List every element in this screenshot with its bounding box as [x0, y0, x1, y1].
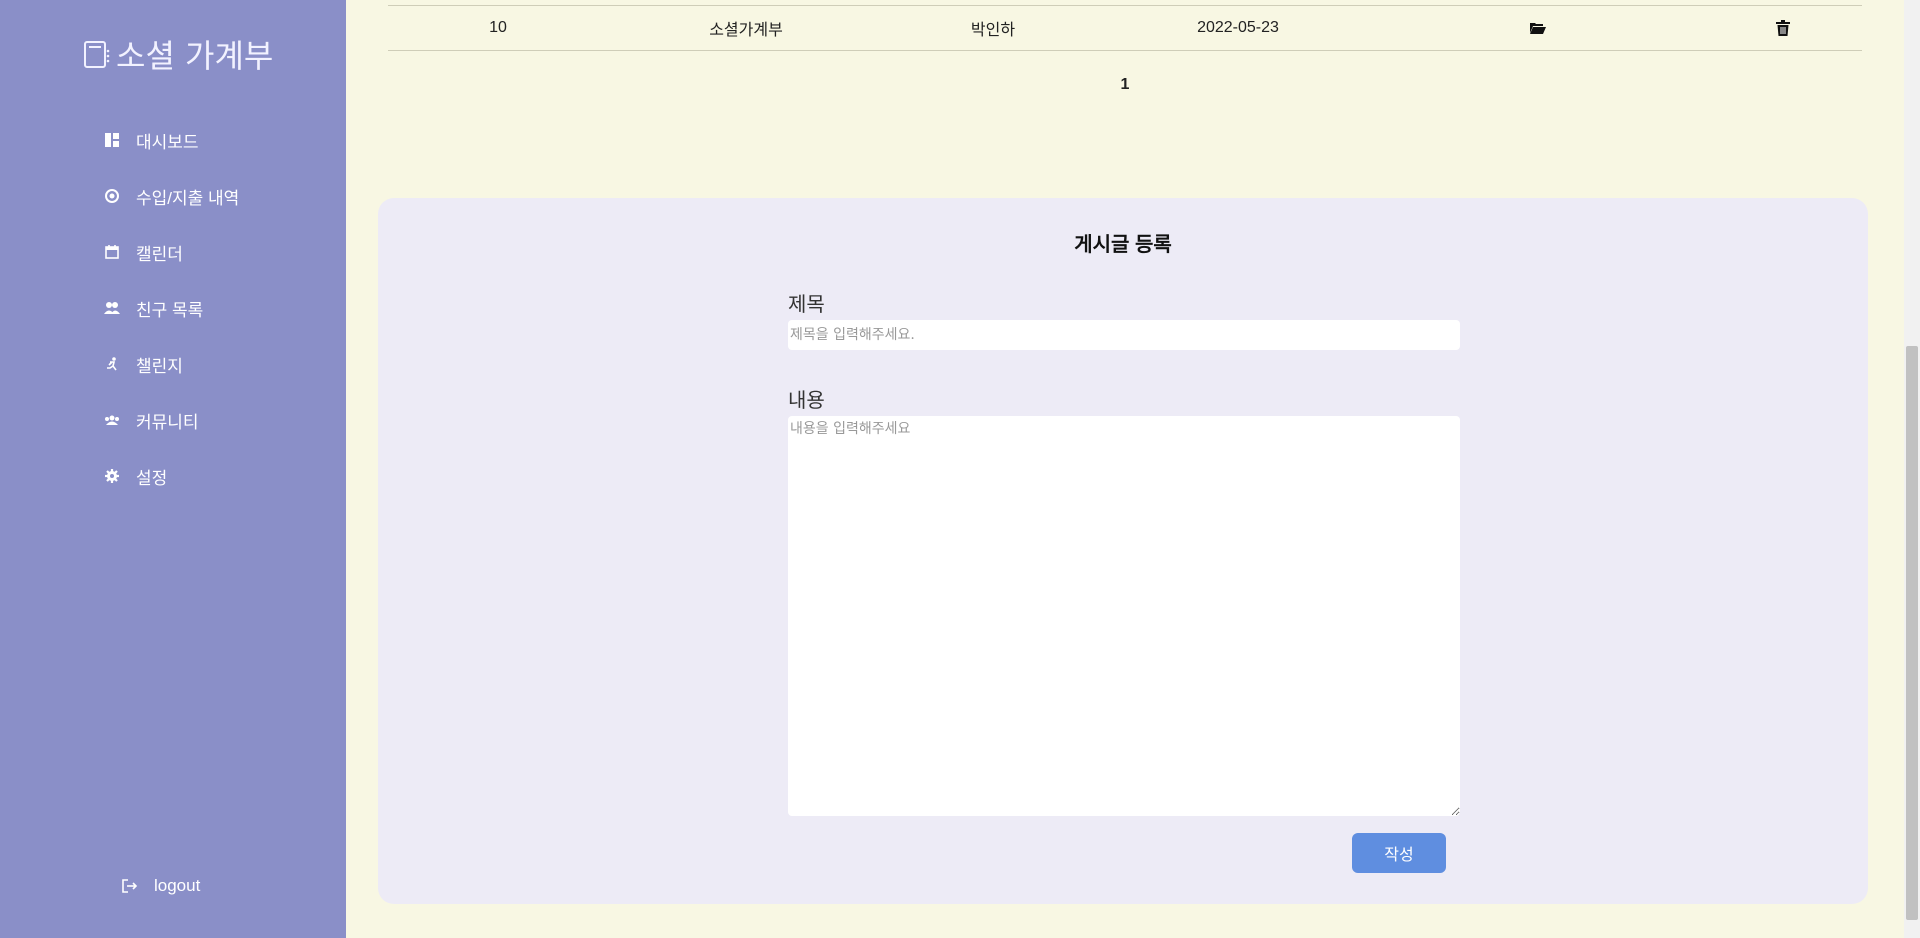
- sidebar-item-settings[interactable]: 설정: [0, 448, 346, 504]
- coin-icon: [104, 188, 120, 204]
- page-number[interactable]: 1: [1121, 76, 1130, 93]
- scrollbar-thumb[interactable]: [1906, 346, 1918, 920]
- brand-title: 소셜 가계부: [116, 37, 274, 75]
- post-date: 2022-05-23: [1197, 19, 1279, 36]
- post-title[interactable]: 소셜가계부: [686, 6, 806, 50]
- sidebar-nav: 대시보드 수입/지출 내역 캘린더 친구 목록 챌린지 커뮤니티 설정: [0, 112, 346, 504]
- sidebar-item-label: 챌린지: [136, 356, 183, 376]
- post-number: 10: [489, 19, 507, 36]
- friends-icon: [104, 300, 120, 316]
- logout-icon: [122, 878, 138, 894]
- gear-icon: [104, 468, 120, 484]
- logout-label: logout: [154, 876, 201, 895]
- sidebar-item-friends[interactable]: 친구 목록: [0, 280, 346, 336]
- sidebar-item-label: 캘린더: [136, 244, 183, 264]
- community-icon: [104, 412, 120, 428]
- sidebar-item-label: 설정: [136, 468, 168, 488]
- sidebar-item-label: 친구 목록: [136, 300, 204, 320]
- content-textarea[interactable]: [788, 416, 1460, 816]
- sidebar-item-label: 커뮤니티: [136, 412, 199, 432]
- table-row[interactable]: 10 소셜가계부 박인하 2022-05-23: [388, 5, 1862, 51]
- post-author: 박인하: [970, 22, 1016, 39]
- sidebar-item-challenge[interactable]: 챌린지: [0, 336, 346, 392]
- calendar-icon: [104, 244, 120, 260]
- brand-logo[interactable]: 소셜 가계부: [82, 32, 273, 76]
- folder-open-icon[interactable]: [1518, 6, 1558, 50]
- sidebar-item-income-expense[interactable]: 수입/지출 내역: [0, 168, 346, 224]
- page-scrollbar[interactable]: [1904, 0, 1920, 938]
- pagination: 1: [346, 76, 1904, 94]
- dashboard-icon: [104, 132, 120, 148]
- submit-button[interactable]: 작성: [1352, 833, 1446, 873]
- post-form-card: 게시글 등록 제목 내용 작성: [378, 198, 1868, 904]
- form-heading: 게시글 등록: [1074, 234, 1172, 256]
- title-input[interactable]: [788, 320, 1460, 350]
- main-content: 10 소셜가계부 박인하 2022-05-23 1 게시글 등록 제목 내용 작…: [346, 0, 1904, 938]
- logout-button[interactable]: logout: [122, 876, 200, 896]
- sidebar: 소셜 가계부 대시보드 수입/지출 내역 캘린더 친구 목록 챌린지 커뮤니티 …: [0, 0, 346, 938]
- trash-icon[interactable]: [1763, 6, 1803, 50]
- sidebar-item-label: 대시보드: [136, 132, 199, 152]
- sidebar-item-calendar[interactable]: 캘린더: [0, 224, 346, 280]
- ledger-book-icon: [82, 39, 112, 69]
- content-label: 내용: [788, 390, 825, 412]
- running-icon: [104, 356, 120, 372]
- sidebar-item-label: 수입/지출 내역: [136, 188, 240, 208]
- sidebar-item-community[interactable]: 커뮤니티: [0, 392, 346, 448]
- sidebar-item-dashboard[interactable]: 대시보드: [0, 112, 346, 168]
- title-label: 제목: [788, 294, 825, 316]
